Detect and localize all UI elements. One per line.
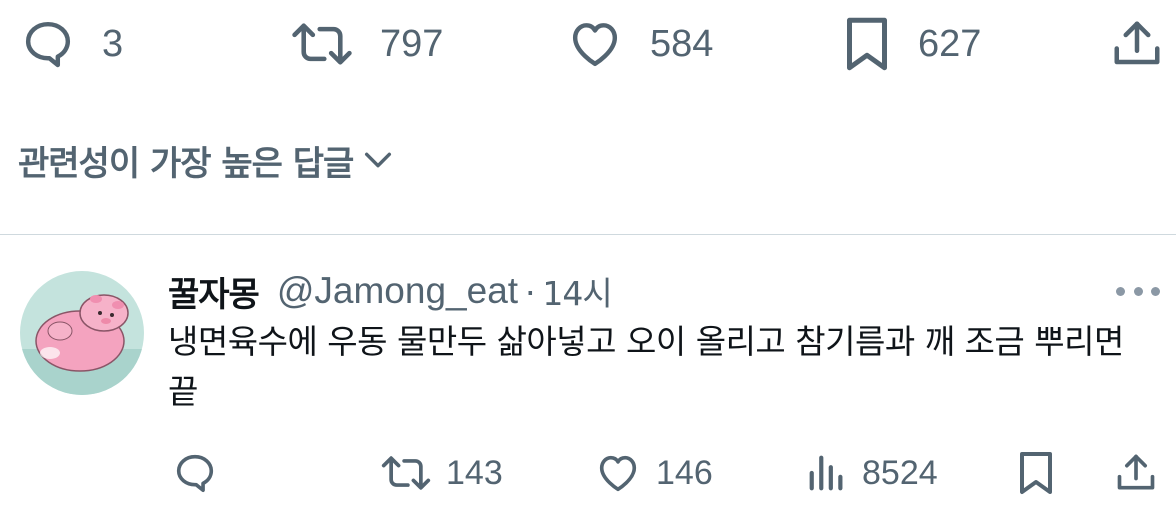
share-button[interactable] [1110, 14, 1164, 74]
bookmark-icon [1016, 449, 1056, 497]
like-icon [566, 16, 624, 72]
display-name[interactable]: 꿀자몽 [168, 267, 260, 316]
chevron-down-icon [361, 143, 395, 177]
share-icon [1114, 450, 1158, 496]
like-count: 584 [650, 22, 714, 65]
separator-dot: · [524, 270, 537, 311]
share-icon [1110, 16, 1164, 72]
reply-sort-dropdown[interactable]: 관련성이 가장 높은 답글 [18, 130, 395, 190]
reply-like-button[interactable]: 146 [594, 443, 713, 503]
reply-retweet-count: 143 [446, 453, 503, 492]
reply-icon [172, 450, 218, 496]
reply-header: 꿀자몽 @Jamong_eat · 14시 [168, 265, 613, 317]
reply-button[interactable]: 3 [20, 14, 123, 74]
reply-icon [20, 16, 76, 72]
bookmark-icon [842, 14, 892, 74]
avatar[interactable] [20, 271, 144, 395]
more-icon[interactable] [1116, 279, 1160, 303]
reply-sort-label: 관련성이 가장 높은 답글 [18, 143, 354, 184]
reply-retweet-button[interactable]: 143 [380, 443, 503, 503]
more-dot [1151, 286, 1160, 296]
reply-like-count: 146 [656, 453, 713, 492]
timestamp[interactable]: 14시 [542, 267, 612, 315]
retweet-button[interactable]: 797 [290, 14, 443, 74]
retweet-icon [380, 450, 432, 496]
reply-tweet[interactable]: 꿀자몽 @Jamong_eat · 14시 냉면육수에 우동 물만두 삶아넣고 … [0, 235, 1176, 511]
reply-views-button[interactable]: 8524 [806, 443, 938, 503]
reply-bookmark-button[interactable] [1016, 443, 1056, 503]
bookmark-button[interactable]: 627 [842, 14, 981, 74]
views-icon [806, 450, 848, 496]
reply-count: 3 [102, 22, 124, 65]
reply-text: 냉면육수에 우동 물만두 삶아넣고 오이 올리고 참기름과 깨 조금 뿌리면 끝 [168, 322, 1124, 411]
more-dot [1133, 286, 1143, 296]
tweet-action-bar: 3 797 584 627 [0, 0, 1176, 88]
like-button[interactable]: 584 [566, 14, 713, 74]
reply-reply-button[interactable] [172, 443, 218, 503]
retweet-count: 797 [380, 22, 444, 65]
retweet-icon [290, 16, 354, 72]
like-icon [594, 450, 642, 496]
reply-share-button[interactable] [1114, 443, 1158, 503]
user-handle[interactable]: @Jamong_eat [277, 270, 518, 312]
bookmark-count: 627 [918, 22, 982, 65]
more-dot [1116, 286, 1125, 296]
reply-view-count: 8524 [862, 453, 938, 492]
